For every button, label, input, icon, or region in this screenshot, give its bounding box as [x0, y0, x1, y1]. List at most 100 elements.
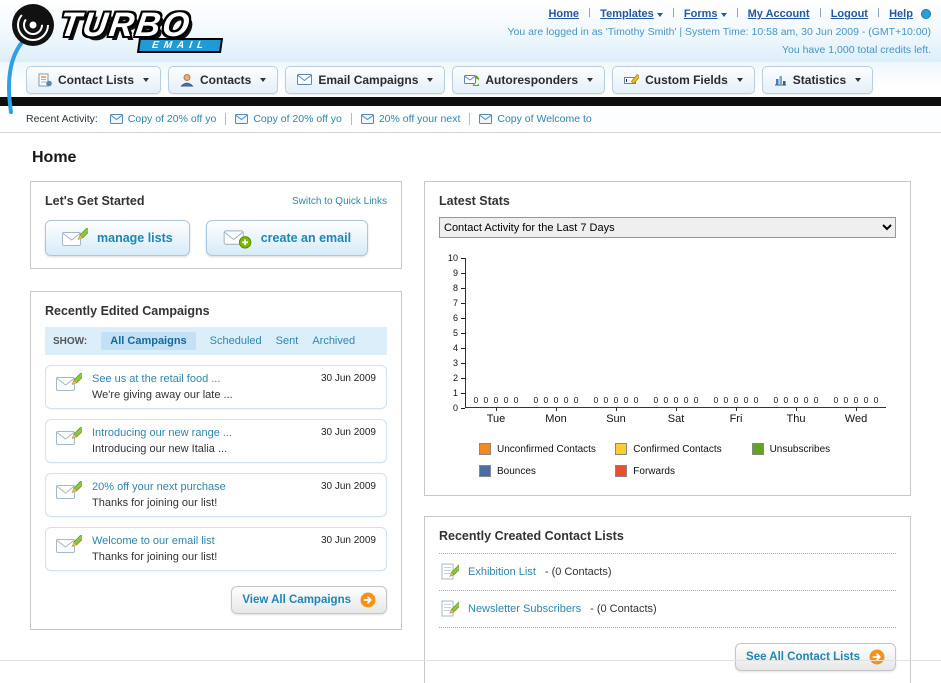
chart-y-labels: 10 9 8 7 6 5 4 3 2 1 0 — [439, 253, 465, 413]
campaign-date: 30 Jun 2009 — [320, 481, 376, 492]
contact-list-link[interactable]: Newsletter Subscribers — [468, 603, 581, 615]
custom-fields-icon — [624, 73, 640, 84]
pencil-list-icon — [441, 563, 459, 580]
chart-value-group: 0 0 0 0 0 — [473, 395, 519, 405]
top-nav-home[interactable]: Home — [548, 8, 579, 20]
x-axis-label: Tue — [466, 407, 526, 425]
main-content: Home Let's Get Started Switch to Quick L… — [0, 133, 941, 683]
recent-activity-label: Recent Activity: — [26, 113, 98, 125]
y-axis-label: 2 — [453, 373, 465, 383]
campaign-row: See us at the retail food ... We're givin… — [45, 365, 387, 409]
campaign-title-link[interactable]: See us at the retail food ... — [92, 373, 311, 385]
recent-activity-bar: Recent Activity: Copy of 20% off yo Copy… — [0, 106, 941, 133]
campaign-title-link[interactable]: 20% off your next purchase — [92, 481, 311, 493]
top-nav-templates[interactable]: Templates — [600, 8, 654, 20]
contact-list-count: - (0 Contacts) — [590, 603, 657, 615]
y-axis-label: 8 — [453, 283, 465, 293]
get-started-title: Let's Get Started — [45, 194, 145, 208]
y-axis-label: 4 — [453, 343, 465, 353]
x-axis-label: Sat — [646, 407, 706, 425]
top-nav-my-account[interactable]: My Account — [748, 8, 810, 20]
recent-activity-item[interactable]: Copy of 20% off yo — [235, 113, 342, 125]
nav-tab-email-campaigns[interactable]: Email Campaigns — [285, 65, 446, 94]
legend-item: Unconfirmed Contacts — [479, 443, 615, 455]
switch-quick-links-link[interactable]: Switch to Quick Links — [292, 196, 387, 207]
legend-swatch — [615, 465, 628, 477]
campaign-date: 30 Jun 2009 — [320, 427, 376, 438]
campaigns-title: Recently Edited Campaigns — [45, 304, 210, 318]
x-axis-label: Mon — [526, 407, 586, 425]
main-navigation: Contact Lists Contacts Email Campaigns A… — [0, 62, 941, 97]
y-axis-label: 1 — [453, 388, 465, 398]
campaign-title-link[interactable]: Welcome to our email list — [92, 535, 311, 547]
nav-tab-autoresponders[interactable]: Autoresponders — [452, 65, 606, 94]
envelope-icon — [479, 114, 493, 124]
top-nav-forms[interactable]: Forms — [684, 8, 718, 20]
view-all-campaigns-button[interactable]: View All Campaigns — [231, 586, 387, 614]
manage-lists-button[interactable]: manage lists — [45, 220, 190, 256]
header: TURBO EMAIL Home Templates Forms My Acco… — [0, 0, 941, 114]
chart-value-group: 0 0 0 0 0 — [833, 395, 879, 405]
legend-item: Forwards — [615, 465, 751, 477]
stats-chart: 10 9 8 7 6 5 4 3 2 1 0 0 0 0 0 00 0 0 0 00 0 0 0 0… — [439, 253, 896, 477]
campaign-date: 30 Jun 2009 — [320, 373, 376, 384]
nav-tab-contacts[interactable]: Contacts — [168, 65, 279, 94]
tab-label: Contacts — [200, 72, 252, 87]
create-email-button[interactable]: create an email — [205, 220, 369, 256]
help-icon[interactable] — [921, 9, 931, 20]
utility-nav: Home Templates Forms My Account Logout H… — [507, 5, 931, 24]
divider — [225, 113, 227, 125]
logo-swirl-icon — [12, 4, 54, 46]
page-title: Home — [32, 149, 77, 166]
contact-lists: Exhibition List - (0 Contacts) Newslette… — [439, 553, 896, 628]
y-axis-label: 9 — [453, 268, 465, 278]
contact-list-link[interactable]: Exhibition List — [468, 566, 536, 578]
recent-activity-item[interactable]: Copy of Welcome to — [479, 113, 592, 125]
chart-value-group: 0 0 0 0 0 — [533, 395, 579, 405]
app-logo[interactable]: TURBO EMAIL — [10, 2, 224, 53]
y-axis-label: 5 — [453, 328, 465, 338]
show-label: SHOW: — [53, 335, 88, 347]
y-axis-label: 10 — [448, 253, 465, 263]
nav-tab-contact-lists[interactable]: Contact Lists — [26, 65, 162, 94]
legend-label: Unsubscribes — [769, 443, 831, 455]
recent-contact-lists-panel: Recently Created Contact Lists Exhibitio… — [424, 516, 911, 683]
activity-item-label: Copy of 20% off yo — [253, 113, 342, 125]
recent-activity-item[interactable]: Copy of 20% off yo — [109, 113, 216, 125]
filter-tab-scheduled[interactable]: Scheduled — [210, 335, 262, 347]
chart-value-group: 0 0 0 0 0 — [653, 395, 699, 405]
chevron-down-icon — [427, 77, 434, 82]
chevron-down-icon — [587, 77, 594, 82]
campaign-filter-tabs: SHOW: All Campaigns Scheduled Sent Archi… — [45, 327, 387, 355]
nav-tab-statistics[interactable]: Statistics — [761, 65, 874, 94]
arrow-right-icon — [360, 592, 376, 608]
email-campaigns-icon — [297, 74, 313, 85]
legend-item: Unsubscribes — [751, 443, 888, 455]
stats-filter-select[interactable]: Contact Activity for the Last 7 Days — [439, 217, 896, 238]
top-nav-logout[interactable]: Logout — [831, 8, 868, 20]
filter-tab-archived[interactable]: Archived — [312, 335, 355, 347]
page: TURBO EMAIL Home Templates Forms My Acco… — [0, 0, 941, 683]
arrow-right-icon — [869, 649, 885, 665]
campaign-title-link[interactable]: Introducing our new range ... — [92, 427, 311, 439]
tab-label: Autoresponders — [485, 72, 579, 87]
session-info: You are logged in as 'Timothy Smith' | S… — [507, 25, 931, 38]
see-all-contact-lists-button[interactable]: See All Contact Lists — [735, 643, 896, 671]
recent-activity-item[interactable]: 20% off your next — [360, 113, 460, 125]
create-email-label: create an email — [260, 231, 352, 245]
campaign-row: Introducing our new range ... Introducing… — [45, 419, 387, 463]
chart-value-group: 0 0 0 0 0 — [773, 395, 819, 405]
contact-lists-icon — [38, 73, 52, 86]
filter-tab-all-campaigns[interactable]: All Campaigns — [101, 332, 196, 350]
get-started-panel: Let's Get Started Switch to Quick Links — [30, 181, 402, 269]
filter-tab-sent[interactable]: Sent — [276, 335, 299, 347]
top-nav-help[interactable]: Help — [889, 8, 913, 20]
nav-tab-custom-fields[interactable]: Custom Fields — [612, 65, 755, 94]
divider-bar — [0, 97, 941, 106]
pencil-list-icon — [441, 600, 459, 617]
chevron-down-icon — [656, 13, 663, 17]
legend-label: Forwards — [633, 465, 675, 477]
legend-swatch — [615, 443, 628, 455]
envelope-pencil-icon — [56, 427, 82, 445]
chevron-down-icon — [736, 77, 743, 82]
